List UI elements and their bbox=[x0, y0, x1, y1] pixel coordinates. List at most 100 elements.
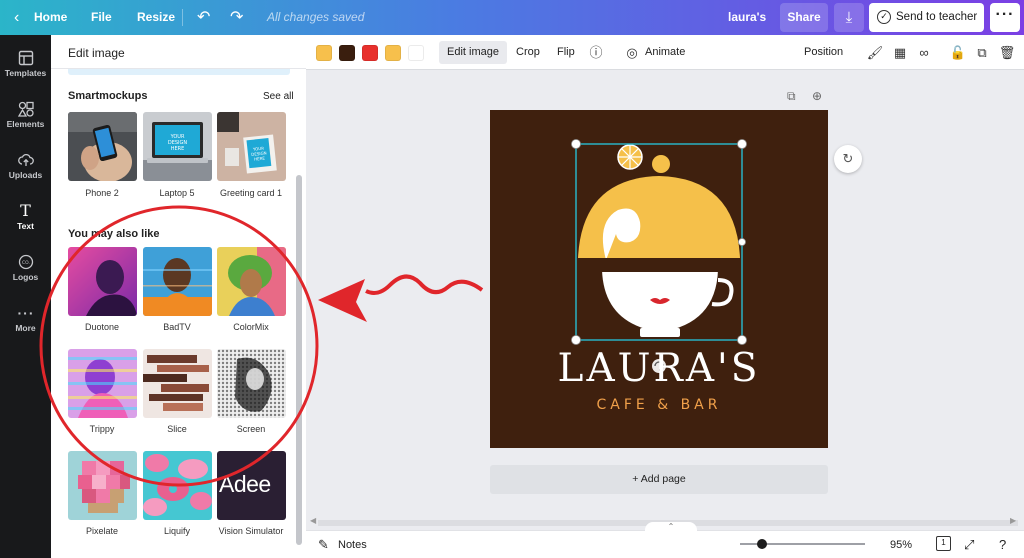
mockup-label: Greeting card 1 bbox=[219, 188, 283, 198]
logo-subtitle: CAFE & BAR bbox=[596, 397, 722, 413]
svg-text:CO.: CO. bbox=[22, 260, 30, 266]
effect-thumb-pixelate[interactable] bbox=[68, 451, 137, 520]
copy-page-icon[interactable]: ⧉ bbox=[787, 89, 796, 104]
effect-thumb-duotone[interactable] bbox=[68, 247, 137, 316]
also-like-heading: You may also like bbox=[68, 228, 160, 240]
design-page[interactable]: LAURA'S CAFE & BAR bbox=[490, 110, 828, 448]
trash-icon[interactable]: 🗑 bbox=[998, 35, 1016, 70]
effect-thumb-liquify[interactable] bbox=[143, 451, 212, 520]
color-swatch[interactable] bbox=[316, 45, 332, 61]
effect-thumb-screen[interactable] bbox=[217, 349, 286, 418]
send-to-teacher-label: Send to teacher bbox=[896, 11, 978, 23]
edit-image-button[interactable]: Edit image bbox=[439, 41, 507, 64]
zoom-percent[interactable]: 95% bbox=[890, 531, 912, 558]
nav-label: Text bbox=[17, 221, 34, 231]
scroll-right-icon[interactable]: ▶ bbox=[1010, 516, 1016, 525]
panel-header: Edit image bbox=[51, 35, 306, 69]
effect-thumb-slice[interactable] bbox=[143, 349, 212, 418]
mockup-thumb-laptop[interactable]: YOUR DESIGN HERE bbox=[143, 112, 212, 181]
effect-thumb-trippy[interactable] bbox=[68, 349, 137, 418]
nav-item-uploads[interactable]: Uploads bbox=[0, 143, 51, 193]
nav-label: Logos bbox=[12, 272, 39, 282]
svg-text:HERE: HERE bbox=[171, 146, 185, 152]
effect-label: Screen bbox=[236, 424, 266, 434]
edit-image-panel: Edit image Smartmockups See all Phone 2 … bbox=[51, 35, 306, 558]
see-all-link[interactable]: See all bbox=[263, 91, 294, 102]
save-status: All changes saved bbox=[267, 10, 365, 24]
more-button[interactable]: ··· bbox=[990, 3, 1020, 32]
lock-icon[interactable]: 🔓 bbox=[949, 35, 967, 70]
effect-label: Vision Simulator bbox=[218, 526, 284, 536]
nav-label: Elements bbox=[6, 119, 45, 129]
nav-item-elements[interactable]: Elements bbox=[0, 92, 51, 142]
panel-title: Edit image bbox=[68, 46, 125, 60]
help-icon[interactable]: ? bbox=[999, 531, 1006, 558]
panel-scrollbar[interactable] bbox=[296, 175, 302, 545]
add-page-icon[interactable]: ⊕ bbox=[812, 89, 822, 103]
scroll-left-icon[interactable]: ◀ bbox=[310, 516, 316, 525]
redo-icon[interactable]: ↷ bbox=[230, 0, 243, 35]
effect-thumb-colormix[interactable] bbox=[217, 247, 286, 316]
zoom-slider-handle[interactable] bbox=[757, 539, 767, 549]
mockup-thumb-greeting-card[interactable]: YOUR DESIGN HERE bbox=[217, 112, 286, 181]
panel-scroll-item bbox=[68, 69, 290, 75]
elements-icon bbox=[17, 101, 34, 117]
templates-icon bbox=[18, 50, 34, 66]
download-button[interactable]: ⤓ bbox=[834, 3, 864, 32]
page-count-button[interactable]: 1 bbox=[936, 536, 951, 551]
notes-icon[interactable]: ✎ bbox=[318, 531, 329, 558]
effect-thumb-badtv[interactable] bbox=[143, 247, 212, 316]
logo-name: LAURA'S bbox=[557, 346, 761, 391]
download-icon: ⤓ bbox=[845, 9, 853, 26]
effect-thumb-vision-simulator[interactable]: Adee bbox=[217, 451, 286, 520]
context-toolbar: Edit image Crop Flip ⓘ ◎ Animate Positio… bbox=[306, 35, 1024, 70]
color-swatch[interactable] bbox=[408, 45, 424, 61]
chevron-left-icon[interactable]: ‹ bbox=[14, 0, 19, 35]
crop-button[interactable]: Crop bbox=[516, 35, 540, 70]
flip-button[interactable]: Flip bbox=[557, 35, 575, 70]
add-page-button[interactable]: + Add page bbox=[490, 465, 828, 494]
animate-icon[interactable]: ◎ bbox=[623, 35, 641, 70]
nav-label: Uploads bbox=[8, 170, 43, 180]
undo-icon[interactable]: ↶ bbox=[197, 0, 210, 35]
color-swatch[interactable] bbox=[362, 45, 378, 61]
refresh-icon[interactable]: ↻ bbox=[834, 145, 862, 173]
upload-cloud-icon bbox=[17, 152, 34, 168]
paint-roller-icon[interactable]: 🖌 bbox=[866, 35, 884, 70]
text-icon: T bbox=[20, 201, 31, 220]
nav-item-templates[interactable]: Templates bbox=[0, 41, 51, 91]
share-button[interactable]: Share bbox=[780, 3, 828, 32]
chevron-up-icon[interactable]: ⌃ bbox=[645, 522, 697, 532]
color-swatch[interactable] bbox=[385, 45, 401, 61]
file-menu[interactable]: File bbox=[91, 0, 112, 35]
left-nav: Templates Elements Uploads T Text CO. Lo… bbox=[0, 35, 51, 558]
send-to-teacher-button[interactable]: ✓ Send to teacher bbox=[869, 3, 984, 32]
nav-label: More bbox=[15, 323, 36, 333]
transparency-icon[interactable]: ▦ bbox=[891, 35, 909, 70]
link-icon[interactable]: ∞ bbox=[915, 35, 933, 70]
smartmockups-heading: Smartmockups bbox=[68, 90, 148, 102]
notes-button[interactable]: Notes bbox=[338, 531, 367, 558]
position-button[interactable]: Position bbox=[804, 35, 843, 70]
duplicate-icon[interactable]: ⧉ bbox=[973, 35, 991, 70]
nav-item-logos[interactable]: CO. Logos bbox=[0, 245, 51, 295]
nav-label: Templates bbox=[4, 68, 47, 78]
more-horizontal-icon: ··· bbox=[995, 6, 1015, 23]
top-bar: ‹ Home File Resize ↶ ↷ All changes saved… bbox=[0, 0, 1024, 35]
expand-icon[interactable]: ⤢ bbox=[964, 531, 974, 558]
logo-badge-icon: CO. bbox=[18, 254, 34, 270]
more-dots-icon: ··· bbox=[17, 305, 35, 321]
nav-item-text[interactable]: T Text bbox=[0, 194, 51, 244]
bottom-bar: ✎ Notes 95% ⤢ ? bbox=[306, 530, 1024, 558]
divider bbox=[182, 9, 183, 26]
effect-label: ColorMix bbox=[233, 322, 269, 332]
resize-button[interactable]: Resize bbox=[137, 0, 175, 35]
nav-item-more[interactable]: ··· More bbox=[0, 296, 51, 346]
color-swatch[interactable] bbox=[339, 45, 355, 61]
info-icon[interactable]: ⓘ bbox=[587, 35, 605, 70]
home-button[interactable]: Home bbox=[34, 0, 67, 35]
design-title[interactable]: laura's bbox=[728, 0, 766, 35]
mockup-thumb-phone[interactable] bbox=[68, 112, 137, 181]
vision-simulator-thumb-text: Adee bbox=[219, 471, 271, 497]
animate-button[interactable]: Animate bbox=[645, 35, 685, 70]
